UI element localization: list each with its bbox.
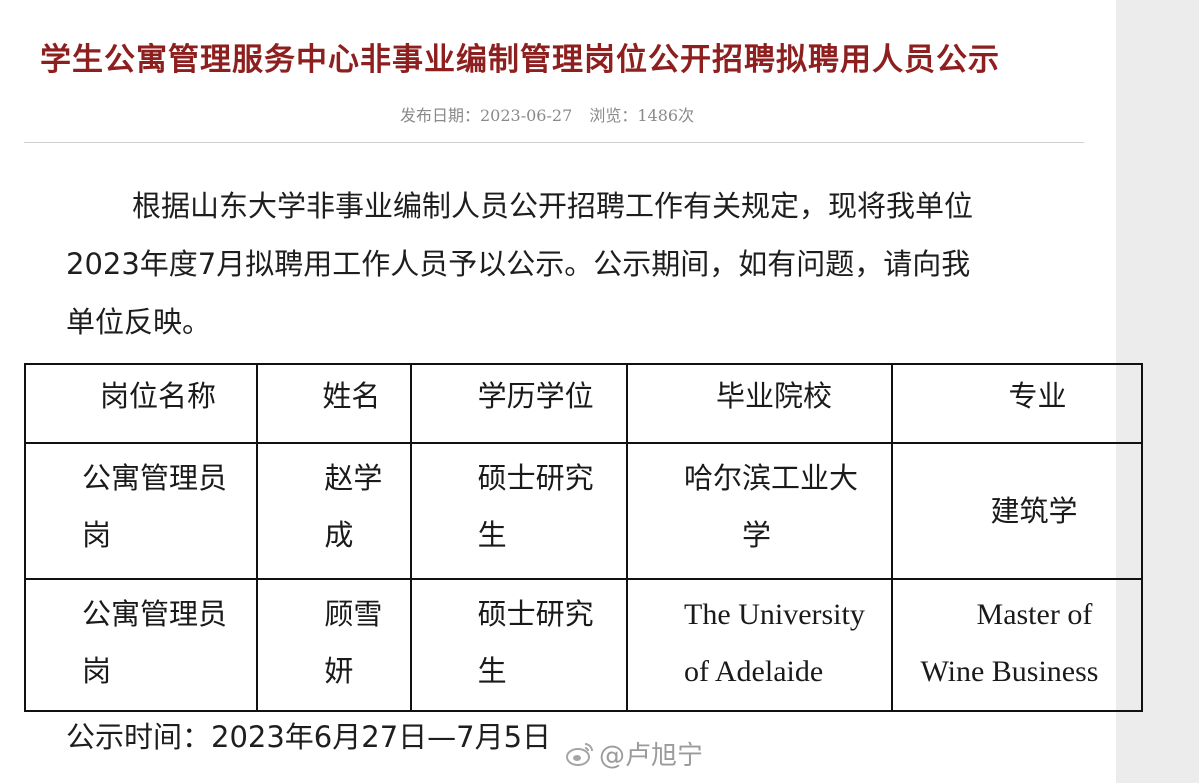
header-position: 岗位名称 [23, 363, 259, 444]
view-count: 浏览：1486次 [589, 106, 695, 125]
table-header-row: 岗位名称 姓名 学历学位 毕业院校 专业 [23, 363, 1144, 444]
cell-major: 建筑学 [890, 442, 1144, 580]
paragraph-line: 根据山东大学非事业编制人员公开招聘工作有关规定，现将我单位 [132, 189, 974, 223]
table-row: 公寓管理员 岗 赵学 成 硕士研究 生 哈尔滨工业大 学 建筑学 [23, 442, 1144, 580]
cell-position: 公寓管理员 岗 [23, 578, 259, 712]
cell-school: The University of Adelaide [626, 578, 893, 712]
notice-paragraph: 根据山东大学非事业编制人员公开招聘工作有关规定，现将我单位 2023年度7月拟聘… [66, 177, 1106, 351]
cell-name: 赵学 成 [256, 442, 412, 580]
cell-name: 顾雪 妍 [256, 578, 412, 712]
title-divider [24, 142, 1084, 143]
cell-major: Master of Wine Business [890, 578, 1144, 712]
watermark-text: @卢旭宁 [599, 741, 704, 771]
notice-meta: 发布日期：2023-06-27 浏览：1486次 [400, 102, 706, 126]
header-name: 姓名 [256, 363, 412, 444]
watermark: @卢旭宁 [565, 735, 703, 772]
cell-school: 哈尔滨工业大 学 [626, 442, 893, 580]
notice-period: 公示时间：2023年6月27日—7月5日 [66, 720, 552, 754]
header-school: 毕业院校 [626, 363, 893, 444]
hire-table: 岗位名称 姓名 学历学位 毕业院校 专业 公寓管理员 岗 赵学 成 硕士研究 生 [23, 363, 1144, 712]
notice-title: 学生公寓管理服务中心非事业编制管理岗位公开招聘拟聘用人员公示 [40, 42, 1000, 78]
header-degree: 学历学位 [409, 363, 629, 444]
header-major: 专业 [890, 363, 1144, 444]
publish-date: 发布日期：2023-06-27 [400, 106, 573, 125]
cell-position: 公寓管理员 岗 [23, 442, 259, 580]
cell-degree: 硕士研究 生 [409, 442, 629, 580]
cell-degree: 硕士研究 生 [409, 578, 629, 712]
table-row: 公寓管理员 岗 顾雪 妍 硕士研究 生 The University of Ad… [23, 578, 1144, 712]
weibo-icon [566, 742, 593, 766]
paragraph-line: 单位反映。 [66, 305, 212, 339]
paragraph-line: 2023年度7月拟聘用工作人员予以公示。公示期间，如有问题，请向我 [66, 247, 971, 281]
